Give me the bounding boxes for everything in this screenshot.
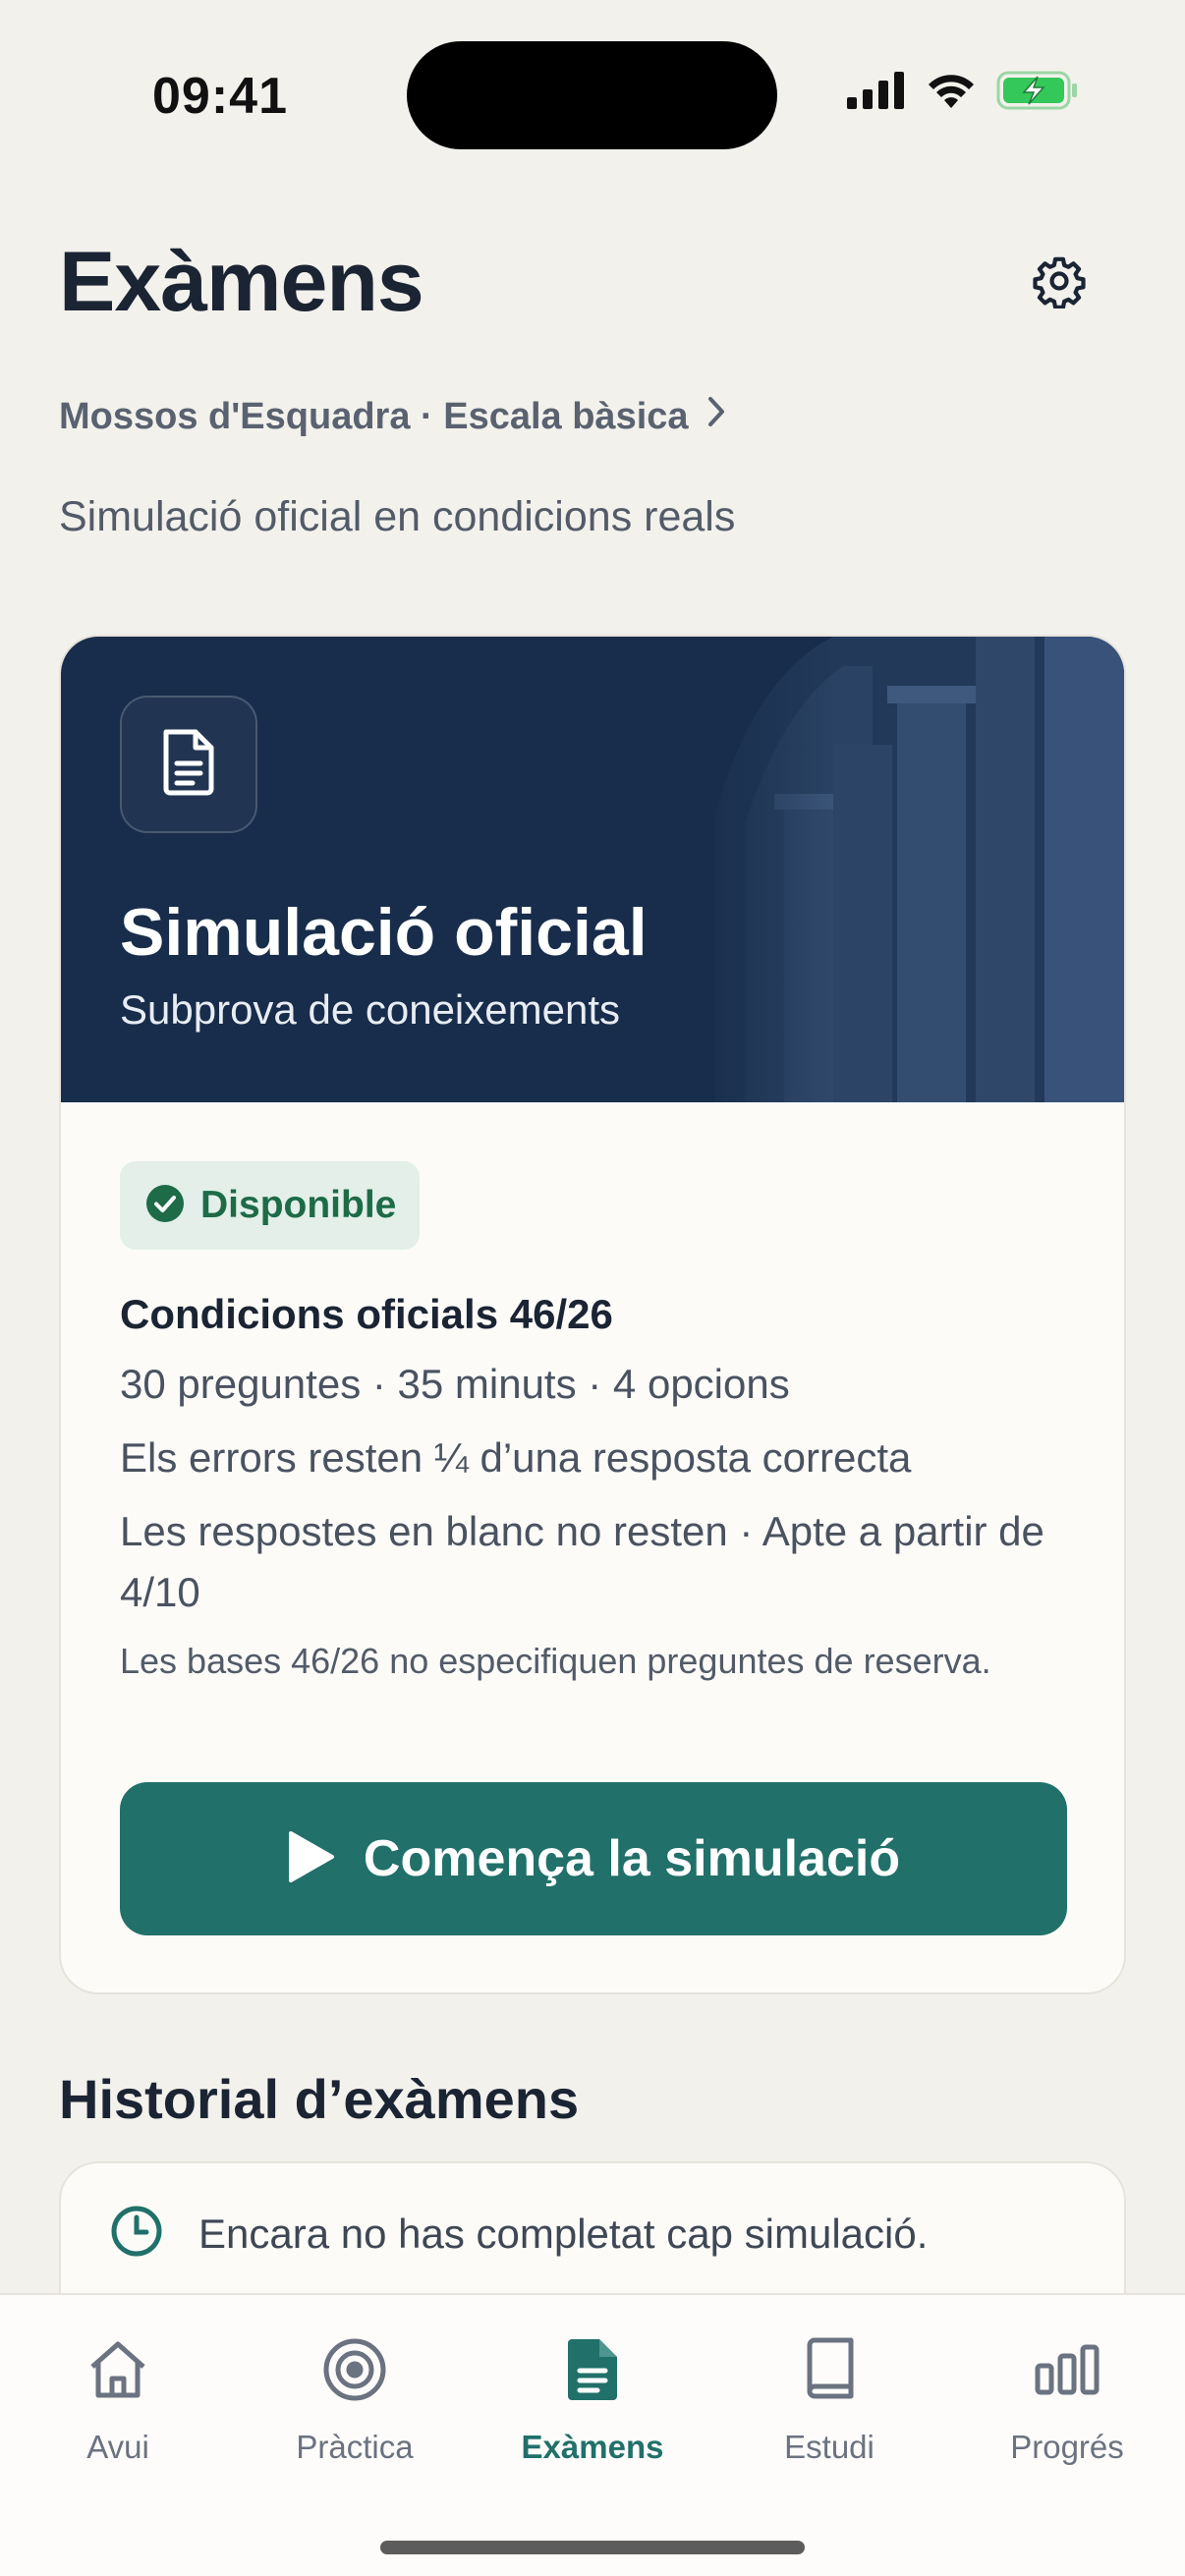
status-icons — [847, 71, 1079, 115]
home-indicator — [380, 2541, 805, 2554]
play-icon — [287, 1829, 336, 1889]
tab-practica[interactable]: Pràctica — [256, 2334, 453, 2466]
status-badge-label: Disponible — [200, 1184, 397, 1226]
start-simulation-label: Comença la simulació — [363, 1830, 901, 1887]
document-icon — [566, 2334, 619, 2405]
history-empty-text: Encara no has completat cap simulació. — [198, 2210, 929, 2257]
book-icon — [802, 2334, 857, 2405]
tab-label: Estudi — [784, 2429, 875, 2465]
tab-progres[interactable]: Progrés — [969, 2334, 1165, 2466]
history-title: Historial d’exàmens — [59, 2068, 580, 2130]
conditions-title: Condicions oficials 46/26 — [120, 1291, 613, 1337]
hero-document-badge — [120, 696, 257, 833]
status-bar: 09:41 — [0, 0, 1185, 187]
home-icon — [86, 2334, 149, 2405]
check-circle-icon — [145, 1184, 185, 1228]
columns-illustration — [676, 637, 1124, 1102]
history-empty-state: Encara no has completat cap simulació. — [110, 2205, 928, 2263]
tab-label: Exàmens — [521, 2429, 664, 2465]
battery-charging-icon — [996, 71, 1079, 115]
simulation-card: Simulació oficial Subprova de coneixemen… — [59, 635, 1126, 1994]
settings-button[interactable] — [1028, 252, 1091, 314]
tab-label: Progrés — [1010, 2429, 1124, 2465]
bar-chart-icon — [1035, 2334, 1100, 2405]
gear-icon — [1032, 253, 1087, 313]
page-title: Exàmens — [59, 235, 424, 329]
status-badge: Disponible — [120, 1161, 421, 1250]
dynamic-island — [407, 41, 777, 149]
target-icon — [322, 2334, 387, 2405]
breadcrumb-label: Mossos d'Esquadra · Escala bàsica — [59, 395, 689, 437]
tab-label: Avui — [86, 2429, 149, 2465]
conditions-note: Les bases 46/26 no especifiquen pregunte… — [120, 1641, 991, 1681]
page-subtitle: Simulació oficial en condicions reals — [59, 493, 736, 540]
clock-icon — [110, 2205, 163, 2263]
tab-estudi[interactable]: Estudi — [731, 2334, 928, 2466]
tab-examens[interactable]: Exàmens — [494, 2334, 691, 2466]
simulation-subtitle: Subprova de coneixements — [120, 986, 620, 1033]
start-simulation-button[interactable]: Comença la simulació — [120, 1782, 1067, 1935]
conditions-line: Les respostes en blanc no resten · Apte … — [120, 1508, 1044, 1615]
tab-bar: Avui Pràctica Exàmens Estudi Progrés — [0, 2293, 1185, 2576]
simulation-title: Simulació oficial — [120, 895, 648, 970]
wifi-icon — [926, 71, 977, 115]
chevron-right-icon — [706, 395, 728, 438]
breadcrumb[interactable]: Mossos d'Esquadra · Escala bàsica — [59, 395, 728, 438]
tab-avui[interactable]: Avui — [20, 2334, 216, 2466]
conditions-line: Els errors resten ¼ d’una resposta corre… — [120, 1434, 912, 1481]
document-icon — [158, 728, 219, 802]
simulation-hero: Simulació oficial Subprova de coneixemen… — [61, 637, 1124, 1102]
conditions-line: 30 preguntes · 35 minuts · 4 opcions — [120, 1361, 790, 1407]
tab-label: Pràctica — [296, 2429, 414, 2465]
status-time: 09:41 — [152, 68, 288, 125]
signal-icon — [847, 72, 906, 114]
